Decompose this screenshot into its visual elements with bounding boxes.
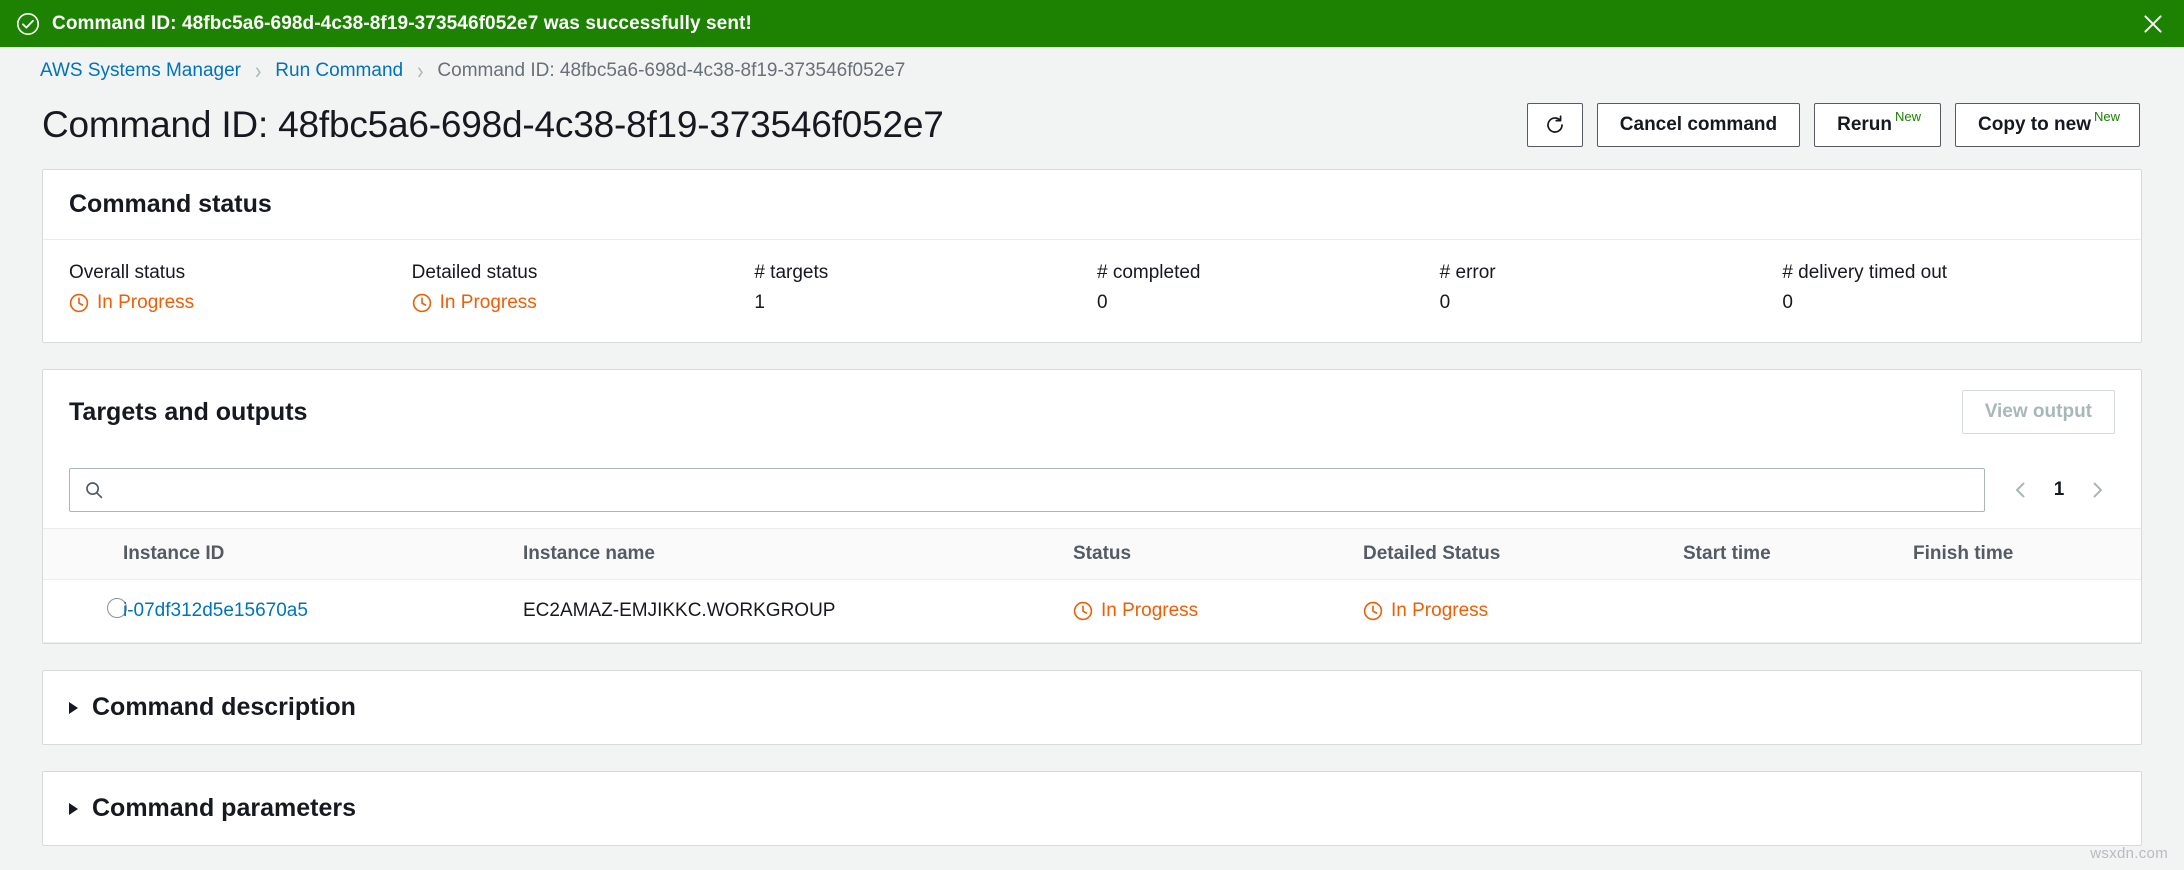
- clock-icon: [1363, 601, 1383, 621]
- status-field-detailed-status: Detailed status In Progress: [412, 262, 745, 314]
- status-value-text: 0: [1782, 292, 1793, 313]
- success-flash-banner: Command ID: 48fbc5a6-698d-4c38-8f19-3735…: [0, 0, 2184, 47]
- status-field-delivery-timed-out: # delivery timed out 0: [1782, 262, 2115, 314]
- breadcrumb-item-current: Command ID: 48fbc5a6-698d-4c38-8f19-3735…: [437, 60, 906, 81]
- status-field-targets: # targets 1: [754, 262, 1087, 314]
- column-instance-id[interactable]: Instance ID: [123, 528, 523, 580]
- command-parameters-section[interactable]: Command parameters: [42, 771, 2142, 846]
- pagination-page-1[interactable]: 1: [2045, 479, 2073, 501]
- command-status-card: Command status Overall status In Progres…: [42, 169, 2142, 343]
- command-status-title: Command status: [69, 190, 272, 218]
- targets-table-body: i-07df312d5e15670a5 EC2AMAZ-EMJIKKC.WORK…: [43, 579, 2141, 643]
- rerun-label: Rerun: [1837, 114, 1893, 135]
- breadcrumb-separator-icon: ›: [417, 57, 424, 85]
- chevron-left-icon: [2016, 482, 2025, 498]
- table-row[interactable]: i-07df312d5e15670a5 EC2AMAZ-EMJIKKC.WORK…: [43, 579, 2141, 643]
- status-value-text: 1: [754, 292, 765, 313]
- status-value-text: 0: [1439, 292, 1451, 313]
- cancel-command-label: Cancel command: [1619, 114, 1778, 135]
- status-label: # targets: [754, 262, 829, 283]
- command-description-title: Command description: [92, 693, 356, 721]
- cell-instance-id: i-07df312d5e15670a5: [123, 579, 523, 643]
- cell-detailed-status: In Progress: [1363, 579, 1683, 643]
- cell-finish-time: [1913, 579, 2141, 643]
- status-field-overall-status: Overall status In Progress: [69, 262, 402, 314]
- rerun-button[interactable]: Rerun New: [1814, 103, 1942, 147]
- column-select: [43, 528, 123, 580]
- search-box[interactable]: [69, 468, 1985, 512]
- check-circle-icon: [17, 12, 39, 35]
- command-status-grid: Overall status In Progress Detailed stat…: [43, 240, 2141, 342]
- breadcrumb: AWS Systems Manager › Run Command › Comm…: [0, 47, 2184, 95]
- status-label: # delivery timed out: [1782, 262, 1948, 283]
- targets-and-outputs-title: Targets and outputs: [69, 397, 308, 426]
- chevron-right-icon: [2093, 482, 2102, 498]
- column-detailed-status[interactable]: Detailed Status: [1363, 528, 1683, 580]
- flash-message: Command ID: 48fbc5a6-698d-4c38-8f19-3735…: [52, 12, 752, 34]
- pagination-prev-button[interactable]: [2003, 472, 2039, 508]
- rerun-new-badge: New: [1895, 108, 1922, 124]
- detailed-status-badge: In Progress: [1363, 600, 1683, 622]
- search-icon: [86, 482, 103, 499]
- copy-to-new-new-badge: New: [2093, 108, 2120, 124]
- status-label: # completed: [1096, 262, 1201, 283]
- command-description-section[interactable]: Command description: [42, 670, 2142, 745]
- targets-and-outputs-card: Targets and outputs View output 1 Instan…: [42, 369, 2142, 644]
- cell-instance-name: EC2AMAZ-EMJIKKC.WORKGROUP: [523, 579, 1073, 643]
- clock-icon: [69, 293, 89, 313]
- page-header: Command ID: 48fbc5a6-698d-4c38-8f19-3735…: [0, 95, 2184, 169]
- refresh-button[interactable]: [1526, 103, 1583, 147]
- status-label: # error: [1439, 262, 1496, 283]
- status-field-completed: # completed 0: [1097, 262, 1430, 314]
- column-instance-name[interactable]: Instance name: [523, 528, 1073, 580]
- status-value-text: In Progress: [439, 292, 537, 313]
- status-text: In Progress: [1101, 600, 1199, 621]
- clock-icon: [412, 293, 431, 313]
- status-label: Detailed status: [411, 262, 538, 283]
- copy-to-new-label: Copy to new: [1978, 114, 2091, 135]
- status-badge: In Progress: [412, 292, 745, 314]
- detailed-status-text: In Progress: [1391, 600, 1489, 621]
- command-status-header: Command status: [43, 170, 2141, 240]
- status-badge: In Progress: [1073, 600, 1363, 622]
- targets-filter-row: 1: [43, 454, 2141, 528]
- refresh-icon: [1546, 115, 1563, 133]
- pagination: 1: [2003, 472, 2115, 508]
- column-start-time[interactable]: Start time: [1683, 528, 1913, 580]
- column-status[interactable]: Status: [1073, 528, 1363, 580]
- command-parameters-title: Command parameters: [92, 794, 356, 822]
- targets-and-outputs-header: Targets and outputs View output: [43, 370, 2141, 454]
- cell-start-time: [1683, 579, 1913, 643]
- copy-to-new-button[interactable]: Copy to new New: [1955, 103, 2140, 147]
- column-finish-time[interactable]: Finish time: [1913, 528, 2141, 580]
- status-field-error: # error 0: [1440, 262, 1773, 314]
- status-value-text: In Progress: [97, 292, 195, 313]
- instance-id-link[interactable]: i-07df312d5e15670a5: [123, 600, 308, 621]
- status-badge: In Progress: [69, 292, 402, 314]
- cancel-command-button[interactable]: Cancel command: [1596, 103, 1801, 147]
- watermark: wsxdn.com: [2090, 845, 2168, 862]
- breadcrumb-item-run-command[interactable]: Run Command: [275, 60, 403, 82]
- breadcrumb-separator-icon: ›: [254, 57, 262, 85]
- breadcrumb-item-aws-systems-manager[interactable]: AWS Systems Manager: [40, 60, 241, 82]
- view-output-button[interactable]: View output: [1961, 390, 2115, 434]
- cell-status: In Progress: [1073, 579, 1363, 643]
- table-header-row: Instance ID Instance name Status Detaile…: [43, 528, 2141, 580]
- page-title: Command ID: 48fbc5a6-698d-4c38-8f19-3735…: [42, 104, 944, 145]
- clock-icon: [1073, 601, 1093, 621]
- pagination-next-button[interactable]: [2079, 472, 2115, 508]
- caret-right-icon: [69, 802, 78, 815]
- targets-table-head: Instance ID Instance name Status Detaile…: [43, 528, 2141, 580]
- header-actions: Cancel command Rerun New Copy to new New: [1526, 103, 2140, 147]
- view-output-label: View output: [1984, 401, 2092, 422]
- close-icon[interactable]: [2140, 11, 2166, 37]
- status-label: Overall status: [69, 262, 186, 283]
- targets-table: Instance ID Instance name Status Detaile…: [43, 528, 2141, 643]
- status-value-text: 0: [1096, 292, 1108, 313]
- caret-right-icon: [69, 701, 78, 714]
- row-select-cell: [43, 579, 127, 643]
- search-input[interactable]: [114, 469, 1984, 511]
